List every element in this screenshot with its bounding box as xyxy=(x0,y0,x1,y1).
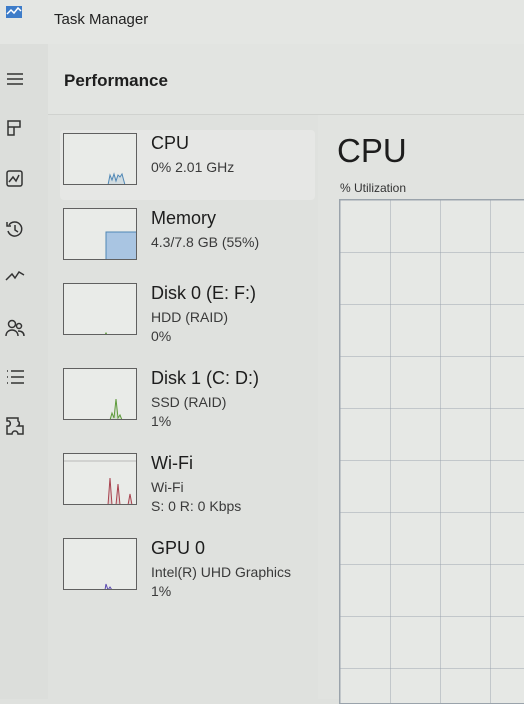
hamburger-menu-button[interactable] xyxy=(2,66,28,92)
perf-card-memory[interactable]: Memory 4.3/7.8 GB (55%) xyxy=(60,205,315,275)
users-icon xyxy=(5,319,25,337)
nav-processes[interactable] xyxy=(2,115,28,141)
perf-card-gpu-0[interactable]: GPU 0 Intel(R) UHD Graphics 1% xyxy=(60,535,315,605)
nav-app-history[interactable] xyxy=(2,216,28,242)
perf-card-detail: Intel(R) UHD Graphics xyxy=(151,564,292,580)
app-history-icon xyxy=(6,221,23,237)
perf-card-detail: HDD (RAID) xyxy=(151,309,228,325)
nav-details[interactable] xyxy=(2,364,28,390)
perf-card-usage: S: 0 R: 0 Kbps xyxy=(151,498,242,514)
nav-services[interactable] xyxy=(2,413,28,439)
wifi-thumbnail-graph xyxy=(63,453,137,505)
perf-card-usage: 0% xyxy=(151,328,172,344)
disk1-thumbnail-line xyxy=(109,398,123,419)
app-title: Task Manager xyxy=(54,11,149,28)
details-icon xyxy=(7,370,24,384)
perf-card-cpu[interactable]: CPU 0% 2.01 GHz xyxy=(60,130,315,200)
perf-card-detail: 0% 2.01 GHz xyxy=(151,159,235,175)
performance-icon xyxy=(6,170,23,187)
nav-users[interactable] xyxy=(2,315,28,341)
processes-icon xyxy=(7,120,21,136)
startup-apps-icon xyxy=(5,270,25,281)
perf-card-detail: SSD (RAID) xyxy=(151,394,227,410)
perf-card-usage: 1% xyxy=(151,583,172,599)
cpu-thumbnail-line xyxy=(107,172,126,184)
services-icon xyxy=(6,417,24,435)
disk1-thumbnail-graph xyxy=(63,368,137,420)
perf-card-disk-0[interactable]: Disk 0 (E: F:) HDD (RAID) 0% xyxy=(60,280,315,350)
perf-card-usage: 1% xyxy=(151,413,172,429)
disk0-thumbnail-graph xyxy=(63,283,137,335)
nav-startup-apps[interactable] xyxy=(2,263,28,289)
cpu-thumbnail-graph xyxy=(63,133,137,185)
disk0-thumbnail-line xyxy=(104,331,108,334)
title-bar: Task Manager xyxy=(0,0,524,44)
perf-card-wifi[interactable]: Wi-Fi Wi-Fi S: 0 R: 0 Kbps xyxy=(60,450,315,520)
nav-performance[interactable] xyxy=(2,166,28,192)
perf-card-title: Disk 1 (C: D:) xyxy=(151,368,259,388)
performance-sidebar: CPU 0% 2.01 GHz Memory 4.3/7.8 GB (55%) … xyxy=(48,115,318,699)
cpu-utilization-graph xyxy=(339,199,524,704)
perf-card-title: CPU xyxy=(151,133,190,153)
gpu-thumbnail-graph xyxy=(63,538,137,590)
task-manager-logo-icon xyxy=(6,6,22,18)
perf-card-title: Disk 0 (E: F:) xyxy=(151,283,257,303)
hamburger-menu-icon xyxy=(7,73,23,85)
perf-card-title: GPU 0 xyxy=(151,538,206,558)
perf-card-detail: 4.3/7.8 GB (55%) xyxy=(151,234,260,250)
wifi-thumbnail-line xyxy=(107,477,133,504)
perf-card-disk-1[interactable]: Disk 1 (C: D:) SSD (RAID) 1% xyxy=(60,365,315,435)
page-title: Performance xyxy=(64,71,168,90)
cpu-detail-pane: CPU % Utilization xyxy=(318,115,524,704)
page-header: Performance xyxy=(48,44,524,115)
memory-usage-fill xyxy=(105,231,136,259)
perf-card-detail: Wi-Fi xyxy=(151,479,184,495)
navigation-rail xyxy=(0,44,48,699)
memory-thumbnail-graph xyxy=(63,208,137,260)
gpu-thumbnail-line xyxy=(104,583,112,589)
detail-title: CPU xyxy=(337,132,407,169)
perf-card-title: Wi-Fi xyxy=(151,453,193,473)
utilization-label: % Utilization xyxy=(340,181,407,195)
perf-card-title: Memory xyxy=(151,208,217,228)
